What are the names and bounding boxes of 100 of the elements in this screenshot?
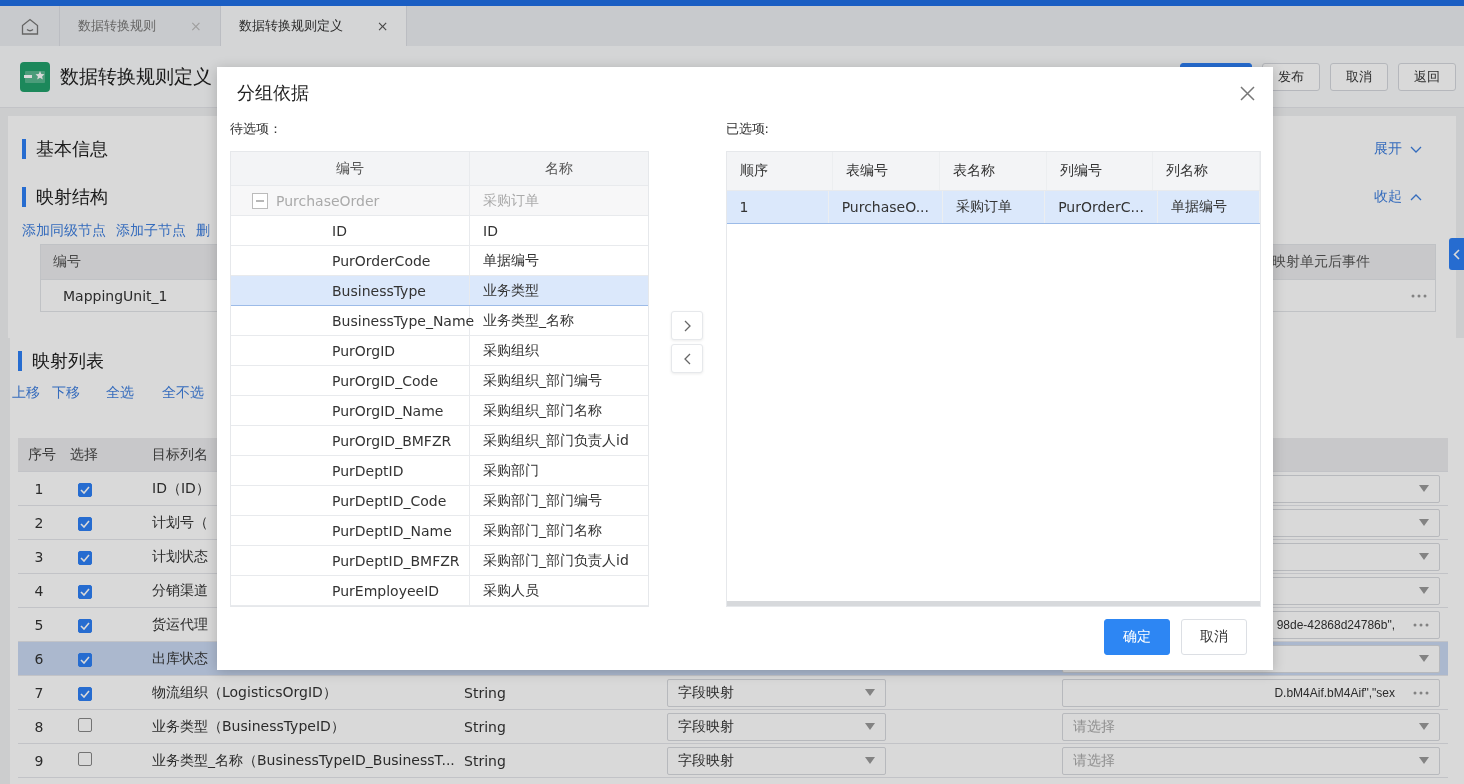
field-code: PurDeptID: [332, 462, 404, 479]
table-cell: 1: [726, 191, 829, 223]
action-link[interactable]: 下移: [52, 384, 80, 402]
mapping-select[interactable]: 字段映射: [667, 746, 886, 775]
move-left-button[interactable]: [671, 344, 704, 373]
table-cell: ID（ID）: [152, 479, 210, 496]
home-icon[interactable]: [20, 17, 39, 35]
table-cell: String: [464, 718, 506, 735]
action-link[interactable]: 全选: [106, 384, 134, 402]
table-row[interactable]: 9 业务类型_名称（BusinessTypeID_BusinessT... String 字段映射 请选择: [18, 744, 1448, 778]
action-link[interactable]: 添加子节点: [116, 222, 186, 240]
caret-down-icon: [1419, 485, 1429, 492]
field-name: 采购部门: [483, 461, 539, 480]
caret-down-icon: [1419, 587, 1429, 594]
chevron-down-icon: [1410, 145, 1422, 153]
chevron-up-icon: [1410, 193, 1422, 201]
confirm-button[interactable]: 确定: [1104, 619, 1170, 655]
table-cell: 计划号（: [152, 513, 208, 530]
collapse-toggle[interactable]: 展开: [1374, 140, 1436, 158]
table-cell: PurchaseO...: [828, 191, 943, 223]
checkbox[interactable]: [78, 550, 92, 565]
field-name: 采购部门_部门名称: [483, 521, 602, 540]
more-icon[interactable]: [1411, 293, 1427, 298]
field-name: 采购订单: [483, 191, 539, 210]
field-name: 采购组织: [483, 341, 539, 360]
pane-label: 已选项:: [725, 120, 770, 138]
field-name: 采购组织_部门编号: [483, 371, 602, 390]
checkbox[interactable]: [78, 652, 92, 667]
row-number: 6: [34, 650, 44, 667]
checkbox[interactable]: [78, 618, 92, 633]
table-row[interactable]: 1 PurchaseO... 采购订单 PurOrderC... 单据编号: [726, 191, 1260, 224]
checkbox[interactable]: [78, 584, 92, 599]
table-cell: 物流组织（LogisticsOrgID）: [152, 683, 337, 700]
field-name: 采购部门_部门编号: [483, 491, 602, 510]
collapse-toggle[interactable]: 收起: [1374, 188, 1436, 206]
field-code: ID: [332, 222, 347, 239]
checkbox[interactable]: [78, 718, 92, 732]
field-name: 采购组织_部门负责人id: [483, 431, 629, 450]
column-header: 编号: [231, 152, 470, 185]
action-link[interactable]: 上移: [12, 384, 40, 402]
column-header: 顺序: [726, 152, 834, 190]
caret-down-icon: [865, 723, 875, 730]
checkbox[interactable]: [78, 516, 92, 531]
cancel-button[interactable]: 取消: [1181, 619, 1247, 655]
value-field[interactable]: D.bM4Aif.bM4Aif","sex: [1062, 678, 1440, 707]
toolbar-button[interactable]: 取消: [1330, 62, 1388, 91]
section-title: 映射列表: [18, 351, 104, 371]
field-code: PurOrgID_Name: [332, 402, 444, 419]
chevron-left-icon: [683, 352, 691, 365]
column-header: 编号: [41, 245, 216, 279]
field-name: 业务类型: [483, 281, 539, 300]
column-header: 序号: [28, 445, 56, 462]
row-number: 2: [34, 514, 44, 531]
field-code: PurDeptID_Name: [332, 522, 452, 539]
column-header: 表名称: [939, 152, 1047, 190]
field-code: PurOrderCode: [332, 252, 431, 269]
table-row[interactable]: 8 业务类型（BusinessTypeID） String 字段映射 请选择: [18, 710, 1448, 744]
field-name: 采购人员: [483, 581, 539, 600]
column-header: 列名称: [1153, 152, 1260, 190]
table-cell: 业务类型（BusinessTypeID）: [152, 717, 345, 734]
row-number: 9: [34, 752, 44, 769]
field-code: PurchaseOrder: [276, 192, 380, 209]
column-header: 表编号: [833, 152, 940, 190]
caret-down-icon: [1419, 519, 1429, 526]
field-code: PurEmployeeID: [332, 582, 440, 599]
section-title: 基本信息: [22, 139, 108, 159]
checkbox[interactable]: [78, 482, 92, 497]
column-header: 列编号: [1046, 152, 1154, 190]
checkbox[interactable]: [78, 752, 92, 766]
page-tab[interactable]: 数据转换规则定义 ×: [220, 6, 408, 46]
field-code: PurDeptID_BMFZR: [332, 552, 460, 569]
caret-down-icon: [1419, 723, 1429, 730]
mapping-select[interactable]: 字段映射: [667, 678, 886, 707]
toolbar-button[interactable]: 返回: [1398, 62, 1456, 91]
table-cell: MappingUnit_1: [41, 279, 216, 311]
page-title: 数据转换规则定义: [60, 63, 212, 89]
field-code: PurOrgID_BMFZR: [332, 432, 452, 449]
table-cell: 采购订单: [943, 191, 1046, 223]
action-link[interactable]: 添加同级节点: [22, 222, 106, 240]
action-link[interactable]: 全不选: [162, 384, 204, 402]
field-name: 采购组织_部门名称: [483, 401, 602, 420]
mapping-select[interactable]: 字段映射: [667, 712, 886, 741]
column-header: 选择: [70, 445, 98, 462]
table-row[interactable]: 7 物流组织（LogisticsOrgID） String 字段映射 D.bM4Aif.bM4Aif","sex: [18, 676, 1448, 710]
close-tab-button[interactable]: ×: [376, 18, 389, 34]
field-code: BusinessType: [332, 282, 426, 299]
table-cell: String: [464, 684, 506, 701]
more-icon[interactable]: [1413, 622, 1429, 627]
checkbox[interactable]: [78, 686, 92, 701]
side-panel-handle[interactable]: [1449, 238, 1464, 270]
table-cell: 计划状态: [152, 547, 208, 564]
row-number: 4: [34, 582, 44, 599]
more-icon[interactable]: [1413, 690, 1429, 695]
table-cell: 分销渠道: [152, 581, 208, 598]
column-header: 名称: [543, 158, 574, 178]
table-cell: 货运代理: [152, 615, 208, 632]
action-link[interactable]: 删: [196, 222, 210, 240]
move-right-button[interactable]: [671, 311, 704, 340]
caret-down-icon: [1419, 757, 1429, 764]
pane-label: 待选项：: [230, 120, 283, 138]
